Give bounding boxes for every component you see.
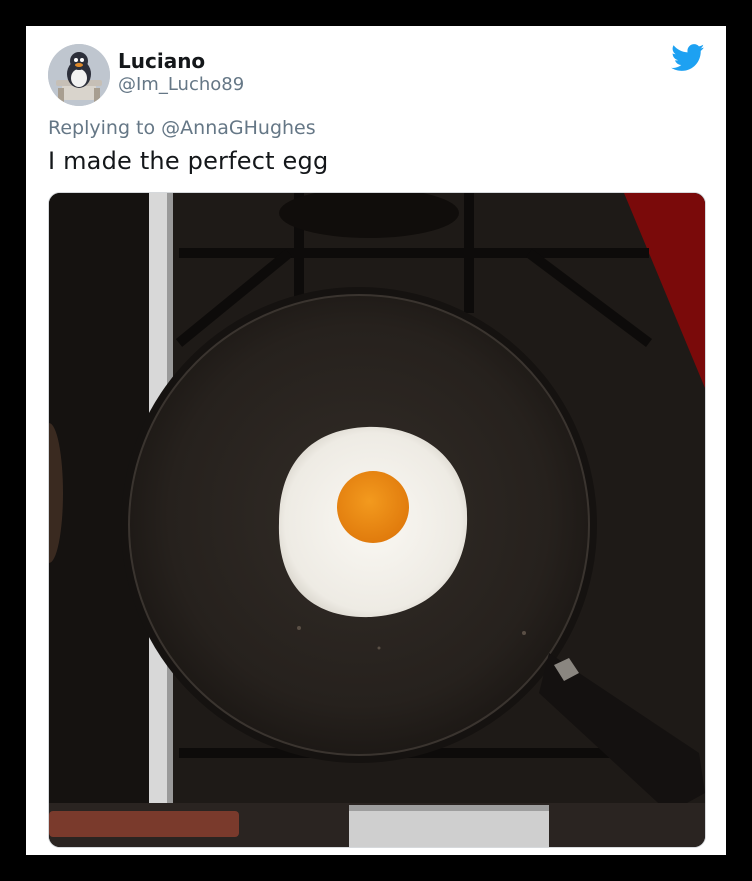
reply-context: Replying to @AnnaGHughes <box>48 117 316 139</box>
tweet-photo[interactable] <box>48 192 706 848</box>
fried-egg-photo <box>49 193 705 847</box>
twitter-bird-icon[interactable] <box>671 44 705 72</box>
tweet-card: Luciano @Im_Lucho89 Replying to @AnnaGHu… <box>26 26 726 855</box>
author-name[interactable]: Luciano <box>118 49 205 73</box>
author-avatar[interactable] <box>48 44 110 106</box>
reply-prefix: Replying to <box>48 117 156 139</box>
tweet-text: I made the perfect egg <box>48 147 329 175</box>
penguin-avatar-image <box>48 44 110 106</box>
reply-mention-link[interactable]: @AnnaGHughes <box>161 117 315 139</box>
author-handle[interactable]: @Im_Lucho89 <box>118 74 244 95</box>
